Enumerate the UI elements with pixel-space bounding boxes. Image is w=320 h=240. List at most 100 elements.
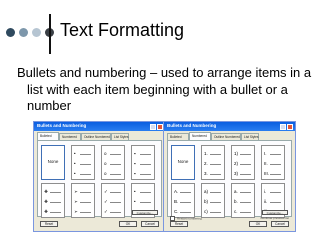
list-marker: I. [264,151,267,156]
list-line: • [74,151,92,157]
list-line: III. [264,171,282,177]
list-marker: ➢ [74,189,78,194]
placeholder-line [270,202,281,203]
list-line: B. [174,199,192,205]
list-marker: ii. [264,199,268,204]
tab-bulleted[interactable]: Bulleted [37,132,59,140]
placeholder-line [80,202,91,203]
none-label: None [47,159,59,164]
ok-button[interactable]: OK [119,221,137,227]
placeholder-line [210,164,221,165]
tab-outline-numbered[interactable]: Outline Numbered [211,133,241,140]
reset-button[interactable]: Reset [40,221,58,227]
style-option[interactable]: 1. 2. 3. [201,145,225,180]
tab-numbered[interactable]: Numbered [59,133,81,140]
style-option[interactable]: ooo [101,145,125,180]
placeholder-line [210,202,221,203]
list-marker: c. [234,209,238,214]
style-option[interactable]: ✓ ✓ ✓ [101,183,125,218]
list-marker: ❖ [44,199,49,204]
customize-button[interactable]: Customize... [132,210,158,215]
list-marker: • [74,161,76,166]
style-option[interactable]: • • • [71,145,95,180]
list-line: ➢ [74,189,92,195]
style-option[interactable]: ❖ ❖ ❖ [41,183,65,218]
placeholder-line [180,202,191,203]
list-marker: ▪ [134,161,136,166]
style-option[interactable]: ▪ ▪ ▪ [131,145,155,180]
list-line: c. [234,209,252,215]
placeholder-line [140,202,151,203]
list-line: ❖ [44,209,62,215]
list-line: 1) [234,151,252,157]
list-marker: III. [264,171,270,176]
list-line: ▪ [134,151,152,157]
tab-list-styles[interactable]: List Styles [241,133,259,140]
close-button[interactable] [287,123,293,130]
cancel-button[interactable]: Cancel [271,221,289,227]
list-line: a. [234,189,252,195]
list-line: 2. [204,161,222,167]
list-line: I. [264,151,282,157]
list-marker: i. [264,189,267,194]
placeholder-line [240,212,251,213]
help-button[interactable] [150,123,156,130]
placeholder-line [140,164,151,165]
dialog-title: Bullets and Numbering [167,123,217,128]
style-option[interactable]: I. II. III. [261,145,285,180]
tab-list-styles[interactable]: List Styles [111,133,129,140]
list-line: ❖ [44,199,62,205]
cancel-button[interactable]: Cancel [141,221,159,227]
list-marker: ❖ [44,189,49,194]
style-option[interactable]: 1) 2) 3) [231,145,255,180]
style-option[interactable]: ➢ ➢ ➢ [71,183,95,218]
none-label: None [177,159,189,164]
list-marker: a) [204,189,209,194]
list-line: ▪ [134,161,152,167]
style-option[interactable]: A. B. C. [171,183,195,218]
placeholder-line [80,192,91,193]
list-marker: 1. [204,151,208,156]
reset-button[interactable]: Reset [170,221,188,227]
dot-mid [19,28,28,37]
style-option-none[interactable]: None [171,145,195,180]
list-marker: 3) [234,171,239,176]
placeholder-line [240,202,251,203]
placeholder-line [210,212,221,213]
list-line: 1. [204,151,222,157]
placeholder-line [50,202,61,203]
tab-bulleted[interactable]: Bulleted [167,133,189,140]
list-line: o [104,171,122,177]
list-marker: ✓ [104,199,108,204]
placeholder-line [80,164,91,165]
list-marker: ➢ [74,209,78,214]
style-option[interactable]: a) b) c) [201,183,225,218]
list-line: C. [174,209,192,215]
tab-numbered[interactable]: Numbered [189,132,211,140]
bullets-dialog: Bullets and Numbering Bulleted Numbered … [33,121,166,232]
list-marker: 2. [204,161,208,166]
list-line: • [134,199,152,205]
list-line: ❖ [44,189,62,195]
placeholder-line [210,174,221,175]
tab-outline-numbered[interactable]: Outline Numbered [81,133,111,140]
bullet-gallery-panel: None•••ooo▪▪▪❖❖❖➢➢➢✓✓✓••• [37,140,162,218]
slide-title: Text Formatting [60,20,185,40]
list-marker: o [104,151,107,156]
list-line: ✓ [104,209,122,215]
placeholder-line [110,192,121,193]
style-option-none[interactable]: None [41,145,65,180]
placeholder-line [270,154,281,155]
ok-button[interactable]: OK [249,221,267,227]
placeholder-line [50,212,61,213]
list-marker: ✓ [104,189,108,194]
placeholder-line [110,174,121,175]
dialog-titlebar: Bullets and Numbering [164,122,295,131]
style-option[interactable]: a. b. c. [231,183,255,218]
placeholder-line [80,212,91,213]
help-button[interactable] [280,123,286,130]
title-divider [49,14,51,54]
placeholder-line [110,154,121,155]
placeholder-line [180,212,191,213]
customize-button[interactable]: Customize... [262,210,288,215]
